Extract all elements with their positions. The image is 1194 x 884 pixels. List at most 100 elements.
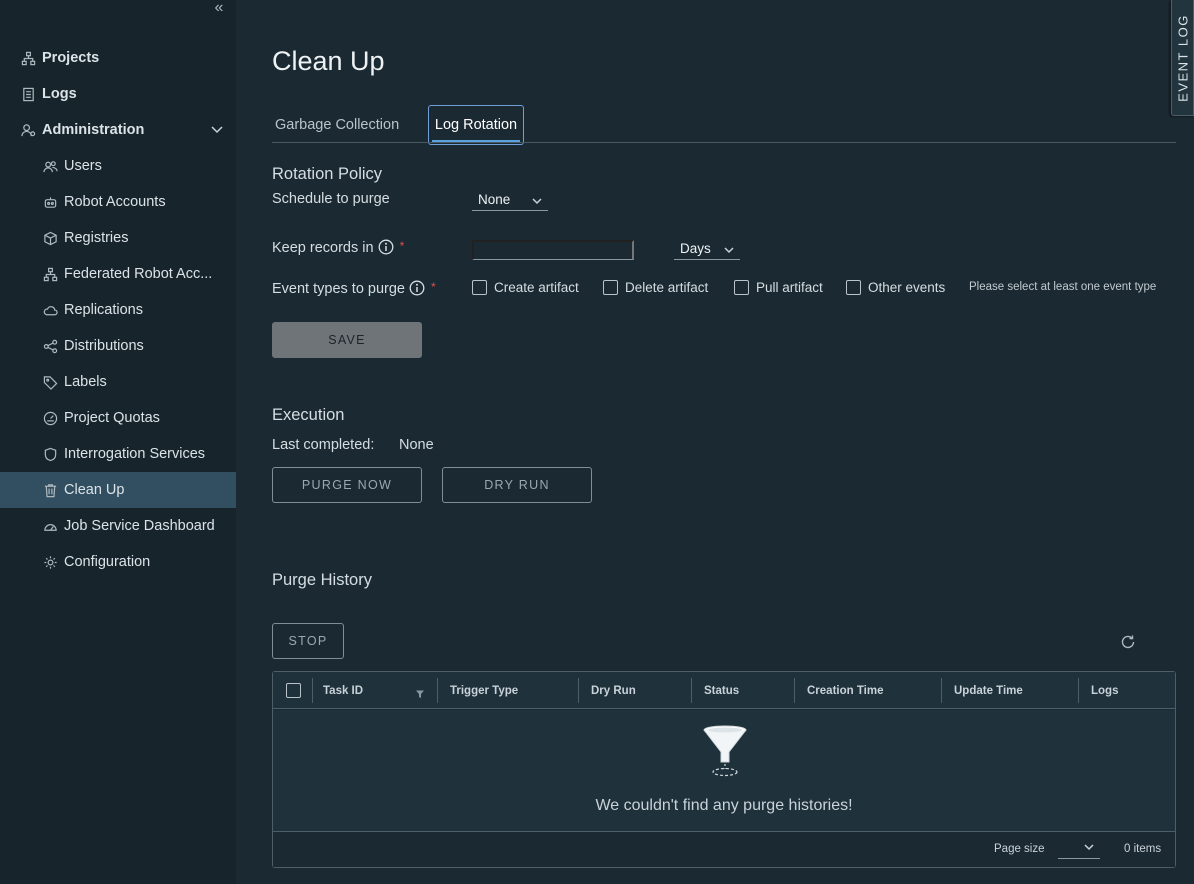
column-dry-run[interactable]: Dry Run — [591, 672, 636, 709]
schedule-label: Schedule to purge — [272, 191, 390, 207]
items-count: 0 items — [1124, 843, 1162, 855]
nav-robot-accounts[interactable]: Robot Accounts — [0, 184, 236, 220]
checkbox[interactable] — [846, 280, 861, 295]
keep-unit-value: Days — [680, 241, 711, 256]
nav-projects[interactable]: Projects — [0, 40, 236, 76]
nav-labels-label: Labels — [64, 374, 107, 390]
purge-now-button[interactable]: PURGE NOW — [272, 467, 422, 503]
trash-icon — [42, 482, 58, 498]
nav-replications-label: Replications — [64, 302, 143, 318]
sidebar: « Projects Logs Administration Users Rob… — [0, 0, 236, 884]
schedule-select[interactable]: None — [472, 189, 548, 211]
keep-unit-select[interactable]: Days — [674, 238, 740, 260]
select-all-checkbox[interactable] — [286, 683, 301, 698]
table-header: Task ID Trigger Type Dry Run Status Crea… — [273, 672, 1175, 709]
column-separator — [794, 678, 795, 703]
nav-distributions[interactable]: Distributions — [0, 328, 236, 364]
keep-records-text: Keep records in — [272, 240, 374, 256]
nav-job-service-label: Job Service Dashboard — [64, 518, 215, 534]
required-mark: * — [399, 239, 405, 253]
nav-federated-robot-accounts[interactable]: Federated Robot Acc... — [0, 256, 236, 292]
event-log-tab[interactable]: EVENT LOG — [1171, 0, 1194, 116]
keep-records-input[interactable] — [472, 240, 634, 260]
nav-users-label: Users — [64, 158, 102, 174]
required-mark: * — [431, 280, 436, 294]
nav-projects-label: Projects — [42, 50, 100, 66]
column-creation-time[interactable]: Creation Time — [807, 672, 883, 709]
tab-log-rotation[interactable]: Log Rotation — [428, 105, 524, 145]
tab-log-rotation-label: Log Rotation — [434, 117, 518, 133]
save-button[interactable]: SAVE — [272, 322, 422, 358]
nav-administration-label: Administration — [42, 122, 145, 138]
nav-clean-up-label: Clean Up — [64, 482, 125, 498]
tab-garbage-collection[interactable]: Garbage Collection — [275, 117, 399, 133]
quotas-icon — [42, 410, 58, 426]
keep-records-label: Keep records in * — [272, 239, 404, 256]
table-footer: Page size 0 items — [273, 831, 1175, 867]
checkbox[interactable] — [734, 280, 749, 295]
checkbox-create-artifact[interactable]: Create artifact — [472, 280, 579, 295]
chevron-down-icon — [1084, 844, 1094, 851]
nav-project-quotas[interactable]: Project Quotas — [0, 400, 236, 436]
nav-robot-accounts-label: Robot Accounts — [64, 194, 166, 210]
column-status[interactable]: Status — [704, 672, 739, 709]
nav-logs[interactable]: Logs — [0, 76, 236, 112]
purge-history-table: Task ID Trigger Type Dry Run Status Crea… — [272, 671, 1176, 868]
checkbox-other-events[interactable]: Other events — [846, 280, 945, 295]
event-log-label: EVENT LOG — [1175, 13, 1190, 102]
nav-interrogation-services[interactable]: Interrogation Services — [0, 436, 236, 472]
nav-labels[interactable]: Labels — [0, 364, 236, 400]
page-title: Clean Up — [272, 46, 385, 76]
nav-logs-label: Logs — [42, 86, 77, 102]
filter-icon[interactable] — [415, 686, 425, 698]
nav-administration[interactable]: Administration — [0, 112, 236, 148]
nav-configuration-label: Configuration — [64, 554, 151, 570]
column-separator — [691, 678, 692, 703]
last-completed-label: Last completed: — [272, 437, 375, 453]
nav-configuration[interactable]: Configuration — [0, 544, 236, 580]
shield-icon — [42, 446, 58, 462]
empty-message: We couldn't find any purge histories! — [595, 797, 853, 814]
last-completed-value: None — [399, 437, 434, 453]
column-task-id[interactable]: Task ID — [323, 672, 363, 709]
nav-clean-up[interactable]: Clean Up — [0, 472, 236, 508]
chevron-down-icon — [724, 243, 734, 254]
page-size-select[interactable] — [1058, 837, 1100, 859]
column-separator — [941, 678, 942, 703]
checkbox-pull-artifact[interactable]: Pull artifact — [734, 280, 823, 295]
checkbox-label: Pull artifact — [756, 280, 823, 295]
event-types-text: Event types to purge — [272, 281, 405, 297]
federated-icon — [42, 266, 58, 282]
checkbox[interactable] — [472, 280, 487, 295]
nav-replications[interactable]: Replications — [0, 292, 236, 328]
refresh-icon[interactable] — [1119, 633, 1137, 651]
administration-icon — [20, 122, 36, 138]
checkbox-label: Create artifact — [494, 280, 579, 295]
nav-interrogation-label: Interrogation Services — [64, 446, 206, 462]
checkbox-delete-artifact[interactable]: Delete artifact — [603, 280, 708, 295]
nav-users[interactable]: Users — [0, 148, 236, 184]
event-type-hint: Please select at least one event type — [969, 281, 1157, 293]
info-icon[interactable] — [378, 239, 394, 255]
column-separator — [312, 678, 313, 703]
column-trigger-type[interactable]: Trigger Type — [450, 672, 518, 709]
checkbox-label: Other events — [868, 280, 946, 295]
robot-icon — [42, 194, 58, 210]
collapse-sidebar-icon[interactable]: « — [210, 0, 228, 18]
nav-project-quotas-label: Project Quotas — [64, 410, 160, 426]
table-body: We couldn't find any purge histories! — [273, 710, 1175, 831]
nav-registries[interactable]: Registries — [0, 220, 236, 256]
info-icon[interactable] — [409, 280, 425, 296]
column-update-time[interactable]: Update Time — [954, 672, 1023, 709]
projects-icon — [20, 50, 36, 66]
nav-job-service-dashboard[interactable]: Job Service Dashboard — [0, 508, 236, 544]
rotation-policy-title: Rotation Policy — [272, 165, 383, 183]
event-types-label: Event types to purge * — [272, 280, 436, 297]
gear-icon — [42, 554, 58, 570]
checkbox[interactable] — [603, 280, 618, 295]
dry-run-button[interactable]: DRY RUN — [442, 467, 592, 503]
stop-button[interactable]: STOP — [272, 623, 344, 659]
column-separator — [1078, 678, 1079, 703]
column-logs[interactable]: Logs — [1091, 672, 1118, 709]
empty-filter-icon — [701, 724, 749, 780]
